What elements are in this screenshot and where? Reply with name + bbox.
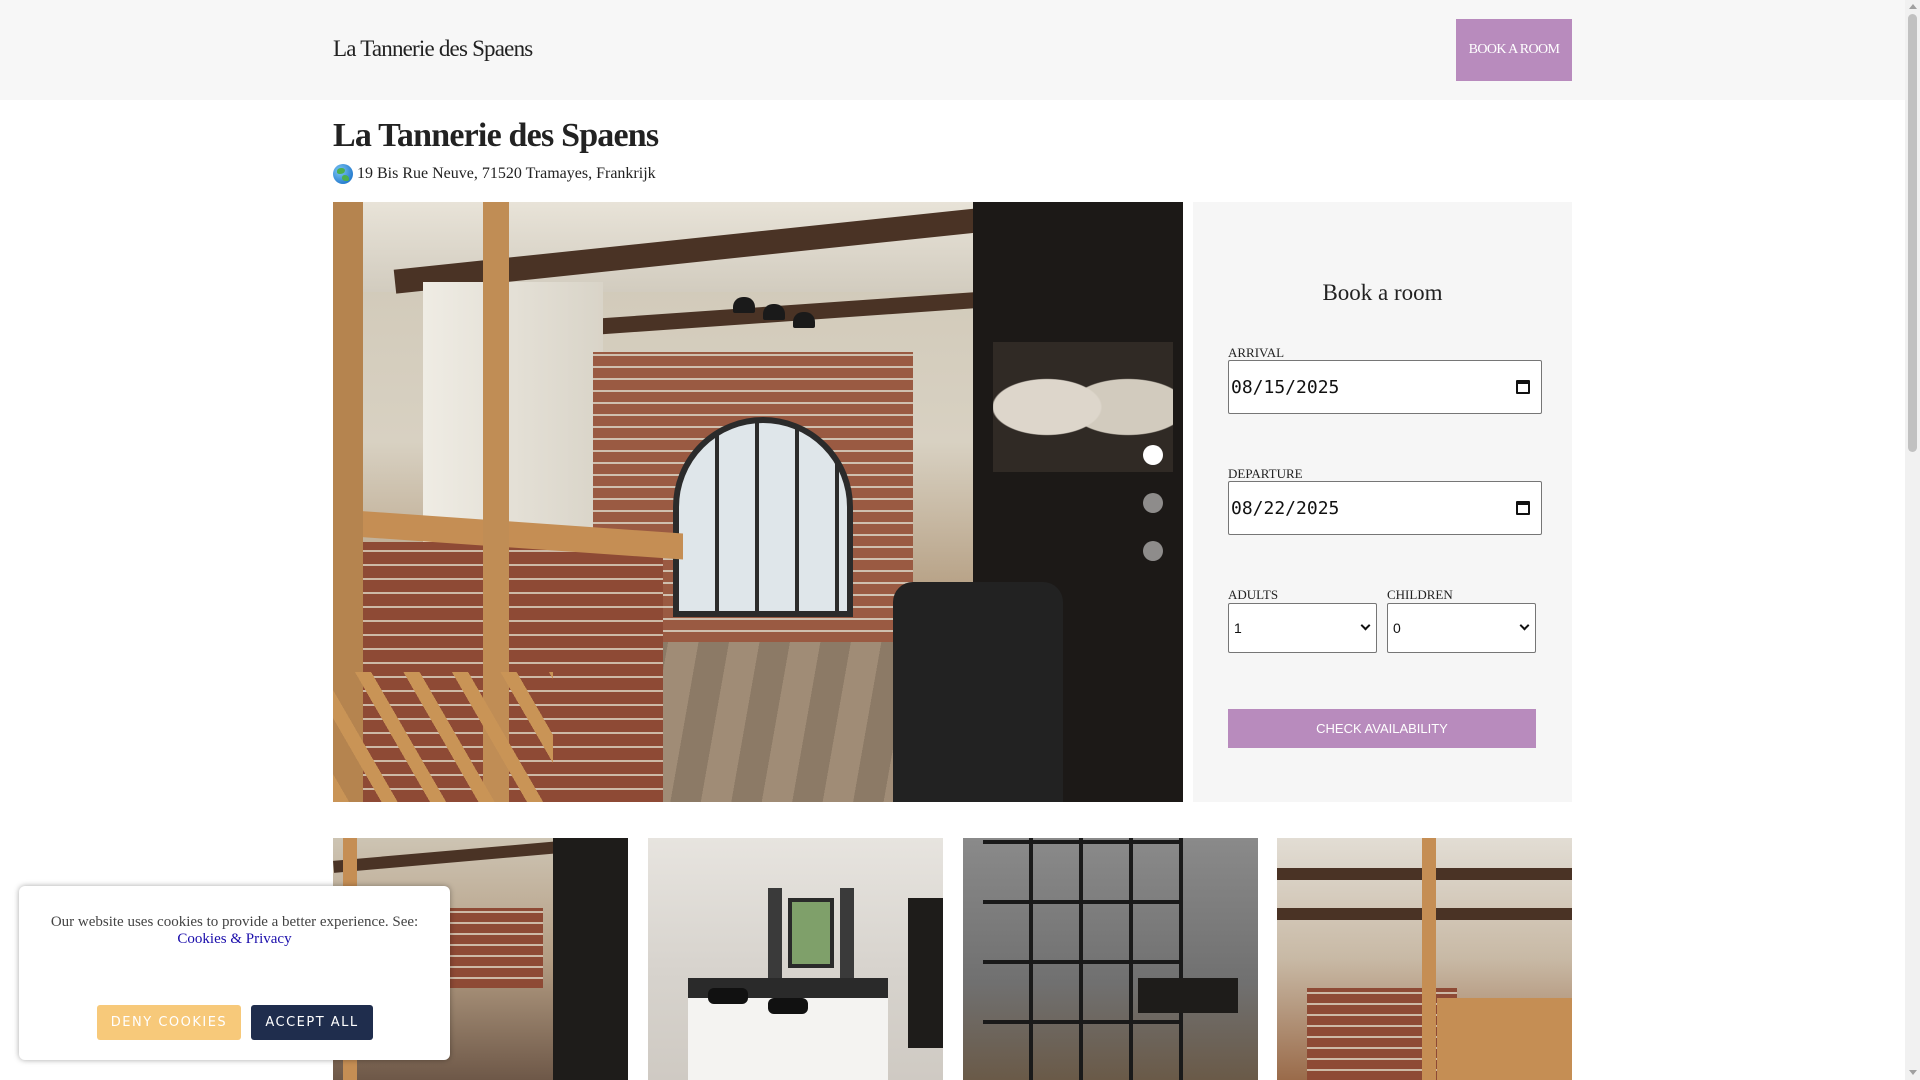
- globe-icon: [333, 164, 353, 184]
- thumbnail-3[interactable]: [963, 838, 1258, 1080]
- pendant-lamp: [763, 304, 785, 320]
- departure-label: DEPARTURE: [1228, 466, 1303, 481]
- cookie-text: Our website uses cookies to provide a be…: [50, 914, 419, 930]
- departure-date-value: 08/22/2025: [1231, 497, 1340, 519]
- adults-value: 1: [1234, 620, 1242, 636]
- photo-shower-screen: [983, 838, 1183, 1080]
- cookie-message: Our website uses cookies to provide a be…: [49, 914, 420, 948]
- photo-wardrobe: [908, 898, 943, 1048]
- book-a-room-button[interactable]: BOOK A ROOM: [1456, 19, 1572, 81]
- photo-curtain: [840, 888, 854, 978]
- site-brand[interactable]: La Tannerie des Spaens: [333, 36, 533, 62]
- slide-dot-3[interactable]: [1143, 541, 1163, 561]
- photo-sink: [1138, 978, 1238, 1013]
- photo-pillow: [708, 988, 748, 1004]
- slide-dot-2[interactable]: [1143, 493, 1163, 513]
- photo-wood-post: [1422, 838, 1436, 1080]
- address-text: 19 Bis Rue Neuve, 71520 Tramayes, Frankr…: [357, 165, 656, 182]
- photo-arched-window: [673, 417, 853, 617]
- deny-cookies-button[interactable]: DENY COOKIES: [97, 1005, 241, 1040]
- thumbnail-4[interactable]: [1277, 838, 1572, 1080]
- check-availability-button[interactable]: CHECK AVAILABILITY: [1228, 709, 1536, 748]
- children-label: CHILDREN: [1387, 587, 1453, 602]
- pendant-lamp: [733, 297, 755, 313]
- cookies-privacy-link[interactable]: Cookies & Privacy: [177, 931, 291, 948]
- adults-label: ADULTS: [1228, 587, 1279, 602]
- booking-title: Book a room: [1322, 280, 1443, 305]
- site-header: La Tannerie des Spaens BOOK A ROOM: [0, 0, 1905, 100]
- photo-pillow: [768, 998, 808, 1014]
- departure-date-input[interactable]: 08/22/2025: [1228, 481, 1542, 535]
- photo-shelf: [553, 838, 628, 1080]
- adults-select[interactable]: 1: [1228, 603, 1377, 653]
- arrival-date-input[interactable]: 08/15/2025: [1228, 360, 1542, 414]
- children-select[interactable]: 0: [1387, 603, 1536, 653]
- pendant-lamp: [793, 312, 815, 328]
- slide-dot-1[interactable]: [1143, 445, 1163, 465]
- photo-coffee-machine: [893, 582, 1063, 802]
- photo-railing: [1437, 998, 1572, 1080]
- photo-railing: [333, 672, 553, 802]
- hero-photo[interactable]: [333, 202, 1183, 802]
- photo-window: [788, 898, 834, 968]
- property-address: 19 Bis Rue Neuve, 71520 Tramayes, Frankr…: [333, 164, 656, 184]
- scrollbar-thumb[interactable]: [1908, 14, 1917, 452]
- calendar-icon[interactable]: [1516, 501, 1530, 515]
- chevron-down-icon: [1519, 620, 1530, 631]
- children-value: 0: [1393, 620, 1401, 636]
- cookie-banner: Our website uses cookies to provide a be…: [19, 886, 450, 1060]
- arrival-label: ARRIVAL: [1228, 345, 1285, 360]
- scroll-down-icon[interactable]: [1909, 1070, 1917, 1075]
- page-title: La Tannerie des Spaens: [333, 117, 659, 154]
- photo-curtain: [768, 888, 782, 978]
- accept-all-button[interactable]: ACCEPT ALL: [251, 1005, 373, 1040]
- chevron-down-icon: [1360, 620, 1371, 631]
- booking-panel: Book a room ARRIVAL 08/15/2025 DEPARTURE…: [1193, 202, 1572, 802]
- thumbnail-2[interactable]: [648, 838, 943, 1080]
- calendar-icon[interactable]: [1516, 380, 1530, 394]
- arrival-date-value: 08/15/2025: [1231, 376, 1340, 398]
- scroll-up-icon[interactable]: [1909, 4, 1917, 9]
